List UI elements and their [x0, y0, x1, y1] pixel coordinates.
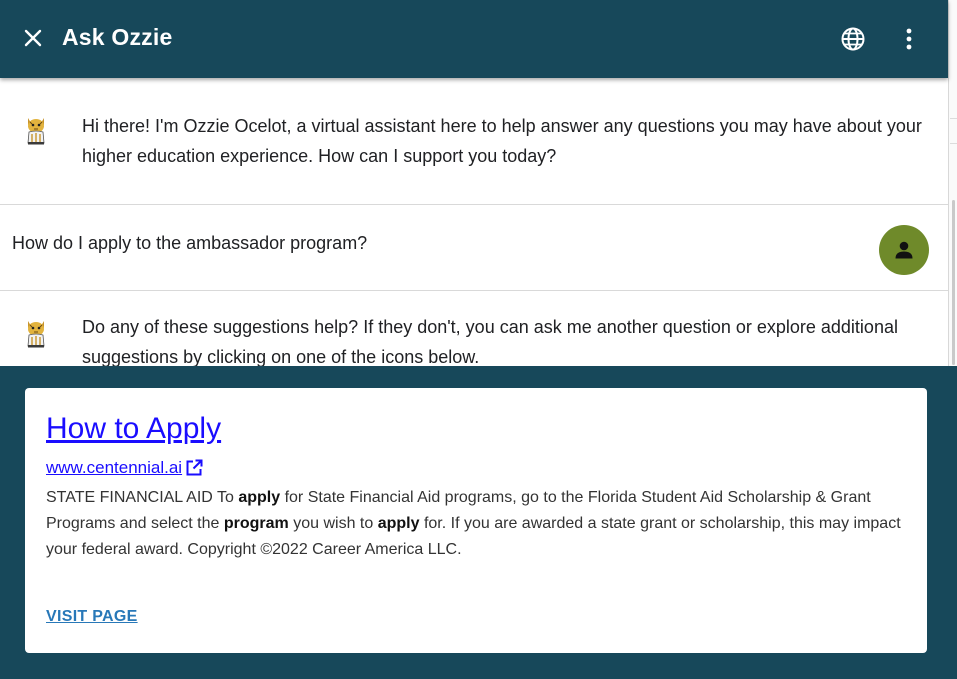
gutter-mark: [950, 143, 957, 144]
bot-message: Hi there! I'm Ozzie Ocelot, a virtual as…: [0, 78, 948, 204]
user-avatar: [879, 225, 929, 275]
card-title-link[interactable]: How to Apply: [46, 412, 221, 446]
more-vert-icon[interactable]: [900, 26, 918, 52]
highlight: apply: [377, 515, 420, 532]
open-in-new-icon[interactable]: [185, 459, 203, 477]
ocelot-mascot-icon: [27, 118, 45, 145]
highlight: apply: [238, 489, 281, 506]
scrollbar-thumb[interactable]: [952, 200, 955, 365]
close-icon[interactable]: [22, 27, 44, 49]
ocelot-mascot-icon: [27, 321, 45, 348]
chat-title: Ask Ozzie: [62, 24, 173, 50]
suggestions-panel: How to Apply www.centennial.ai STATE FIN…: [0, 366, 957, 679]
bot-message-text: Hi there! I'm Ozzie Ocelot, a virtual as…: [82, 116, 922, 166]
suggestion-card: How to Apply www.centennial.ai STATE FIN…: [25, 388, 927, 653]
gutter-mark: [950, 118, 957, 119]
card-url-text[interactable]: www.centennial.ai: [46, 458, 182, 478]
bot-message: Do any of these suggestions help? If the…: [0, 291, 948, 367]
user-message-text: How do I apply to the ambassador program…: [12, 233, 368, 253]
highlight: program: [223, 515, 289, 532]
globe-icon[interactable]: [840, 26, 866, 52]
bot-message-text: Do any of these suggestions help? If the…: [82, 317, 898, 367]
visit-page-button[interactable]: VISIT PAGE: [46, 608, 138, 626]
card-description: STATE FINANCIAL AID To apply for State F…: [46, 489, 901, 558]
person-icon: [895, 241, 913, 259]
card-url-link[interactable]: www.centennial.ai: [46, 458, 203, 478]
chat-header: Ask Ozzie: [0, 0, 948, 78]
